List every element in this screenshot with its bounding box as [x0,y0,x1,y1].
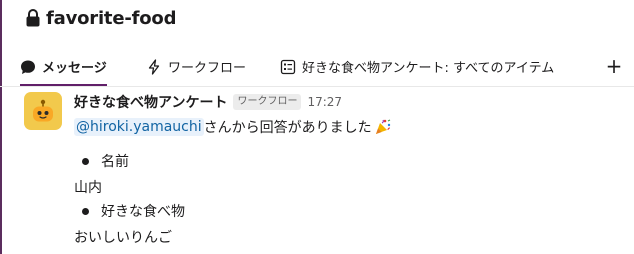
list-icon [280,59,296,75]
avatar[interactable] [24,92,62,130]
message-header: 好きな食べ物アンケート ワークフロー 17:27 [74,92,342,112]
tab-messages[interactable]: メッセージ [20,48,107,86]
channel-tabs: メッセージ ワークフロー 好きな食べ物アンケート: すべてのアイテム + [0,48,634,87]
channel-view: favorite-food メッセージ ワークフロー 好きな食べ物アンケート: … [0,0,634,254]
message-item[interactable]: 好きな食べ物アンケート ワークフロー 17:27 @hiroki.yamauch… [0,86,634,254]
robot-icon [33,99,53,122]
tab-label: 好きな食べ物アンケート: すべてのアイテム [302,61,555,76]
channel-header[interactable]: favorite-food [26,6,176,30]
tab-workflow[interactable]: ワークフロー [146,48,246,85]
user-mention[interactable]: @hiroki.yamauchi [74,118,204,136]
message-text: @hiroki.yamauchi さんから回答がありました [74,116,392,138]
message-body: さんから回答がありました [203,120,372,136]
field-label-food: 好きな食べ物 [101,204,185,220]
sender-name[interactable]: 好きな食べ物アンケート [74,92,227,112]
lock-icon [26,9,40,27]
field-label-name: 名前 [101,154,129,170]
tab-label: メッセージ [42,61,107,76]
tab-label: ワークフロー [168,61,247,76]
bullet [82,157,89,165]
timestamp[interactable]: 17:27 [307,95,342,109]
field-label-row: 名前 [82,150,129,172]
party-popper-icon [375,119,390,134]
bullet [82,207,89,215]
message-bubble-icon [20,59,36,75]
add-tab-button[interactable]: + [604,56,624,76]
field-value-name: 山内 [74,180,102,196]
workflow-badge: ワークフロー [233,94,302,110]
bolt-icon [146,58,162,75]
tab-survey-items[interactable]: 好きな食べ物アンケート: すべてのアイテム [280,48,554,85]
field-label-row: 好きな食べ物 [82,200,185,222]
channel-name[interactable]: favorite-food [46,8,176,29]
field-value-food: おいしいりんご [74,230,172,246]
